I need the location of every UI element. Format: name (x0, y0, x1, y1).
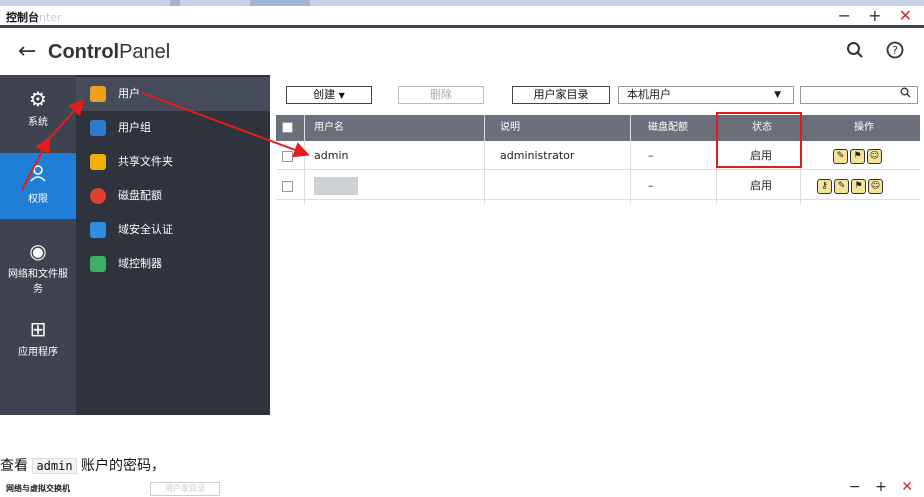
toolbar: 创建 ▼ 删除 用户家目录 本机用户 ▼ (272, 75, 924, 113)
row-checkbox[interactable] (282, 171, 293, 200)
search-icon (900, 87, 911, 101)
column-divider (484, 115, 485, 204)
key-icon[interactable]: ⚷ (817, 178, 832, 194)
help-icon[interactable]: ? (886, 41, 904, 64)
sub-item-domain-controller[interactable]: 域控制器 (76, 247, 270, 281)
column-username[interactable]: 用户名 (314, 115, 344, 141)
chevron-down-icon: ▼ (338, 91, 345, 100)
minimize-button[interactable]: − (838, 6, 857, 25)
nav-item-applications[interactable]: ⊞ 应用程序 (0, 317, 76, 371)
cell-actions: ⚷ ✎ ⚑ ☺ (816, 171, 884, 200)
sub-item-label: 用户组 (118, 121, 151, 134)
sub-item-users[interactable]: 用户 (76, 77, 270, 111)
user-type-select[interactable]: 本机用户 ▼ (618, 86, 794, 104)
group-edit-icon[interactable]: ☺ (867, 148, 882, 164)
select-all-checkbox[interactable] (282, 115, 293, 141)
column-quota[interactable]: 磁盘配额 (648, 115, 688, 141)
chevron-down-icon: ▼ (774, 90, 781, 100)
sub-item-domain-auth[interactable]: 域安全认证 (76, 213, 270, 247)
svg-text:?: ? (892, 44, 898, 57)
column-divider (630, 115, 631, 204)
primary-nav: ⚙ 系统 权限 ◉ 网络和文件服务 ⊞ 应用程序 (0, 75, 76, 415)
sub-item-label: 域控制器 (118, 257, 162, 270)
globe-icon: ◉ (29, 239, 47, 263)
column-divider (304, 115, 305, 204)
edit-icon[interactable]: ✎ (833, 148, 848, 164)
window-controls: − + ✕ (838, 6, 918, 25)
cell-username-redacted (314, 171, 358, 200)
cell-actions: ✎ ⚑ ☺ (832, 141, 883, 170)
user-icon (90, 86, 106, 102)
permissions-icon[interactable]: ⚑ (850, 148, 865, 164)
search-icon[interactable] (846, 42, 870, 64)
caption-code: admin (32, 458, 77, 474)
sub-item-label: 用户 (118, 87, 140, 100)
sub-item-shared-folders[interactable]: 共享文件夹 (76, 145, 270, 179)
edit-icon[interactable]: ✎ (834, 178, 849, 194)
user-icon (0, 163, 76, 188)
main-panel: 创建 ▼ 删除 用户家目录 本机用户 ▼ 用户名 说明 磁盘配额 状态 操作 a… (272, 75, 924, 415)
status-highlight-box (716, 112, 802, 168)
next-window-titlebar: 网络与虚拟交换机 用户家目录 − + ✕ (0, 479, 924, 497)
row-checkbox[interactable] (282, 141, 293, 170)
minimize-button[interactable]: − (849, 479, 866, 495)
sub-item-disk-quota[interactable]: 磁盘配额 (76, 179, 270, 213)
app-header: ← ControlPanel ? (0, 31, 924, 75)
sub-item-groups[interactable]: 用户组 (76, 111, 270, 145)
column-actions: 操作 (854, 122, 874, 133)
next-window-title: 网络与虚拟交换机 (6, 484, 70, 493)
back-arrow-icon[interactable]: ← (18, 39, 36, 64)
sub-item-label: 域安全认证 (118, 223, 173, 236)
nav-item-label: 网络和文件服务 (8, 269, 68, 295)
window-title: 控制台nter (6, 11, 62, 24)
close-button[interactable]: ✕ (899, 6, 918, 25)
domain-controller-icon (90, 256, 106, 272)
cell-quota: – (648, 149, 654, 162)
group-edit-icon[interactable]: ☺ (868, 178, 883, 194)
table-row[interactable]: admin administrator – 启用 ✎ ⚑ ☺ (276, 141, 920, 170)
share-folder-icon (90, 154, 106, 170)
permissions-icon[interactable]: ⚑ (851, 178, 866, 194)
maximize-button[interactable]: + (875, 479, 892, 495)
ghost-home-folder-button: 用户家目录 (150, 482, 220, 496)
maximize-button[interactable]: + (868, 6, 887, 25)
sub-item-label: 共享文件夹 (118, 155, 173, 168)
apps-icon: ⊞ (29, 317, 47, 341)
nav-item-label: 系统 (28, 117, 48, 128)
close-button[interactable]: ✕ (901, 479, 918, 495)
quota-icon (90, 188, 106, 204)
column-description[interactable]: 说明 (500, 115, 520, 141)
table-row[interactable]: – 启用 ⚷ ✎ ⚑ ☺ (276, 171, 920, 200)
cell-username: admin (314, 149, 349, 162)
cell-description: administrator (500, 149, 575, 162)
search-input[interactable] (800, 86, 918, 104)
instruction-caption: 查看 admin 账户的密码， (0, 458, 166, 474)
create-button[interactable]: 创建 ▼ (286, 86, 372, 104)
nav-item-label: 权限 (28, 194, 48, 205)
delete-button[interactable]: 删除 (398, 86, 484, 104)
domain-auth-icon (90, 222, 106, 238)
nav-item-network-file-services[interactable]: ◉ 网络和文件服务 (0, 239, 76, 299)
next-window-controls: − + ✕ (849, 479, 918, 495)
group-icon (90, 120, 106, 136)
cell-status: 启用 (750, 179, 772, 192)
nav-item-permissions[interactable]: 权限 (0, 153, 76, 219)
page-title: ControlPanel (48, 41, 171, 63)
window-titlebar: 控制台nter − + ✕ (0, 6, 924, 28)
gear-icon: ⚙ (29, 87, 47, 111)
home-folder-button[interactable]: 用户家目录 (512, 86, 610, 104)
sub-item-label: 磁盘配额 (118, 189, 162, 202)
table-header: 用户名 说明 磁盘配额 状态 操作 (276, 115, 920, 141)
nav-item-system[interactable]: ⚙ 系统 (0, 87, 76, 147)
nav-item-label: 应用程序 (18, 347, 58, 358)
cell-quota: – (648, 179, 654, 192)
secondary-nav: 用户 用户组 共享文件夹 磁盘配额 域安全认证 域控制器 (76, 75, 270, 415)
